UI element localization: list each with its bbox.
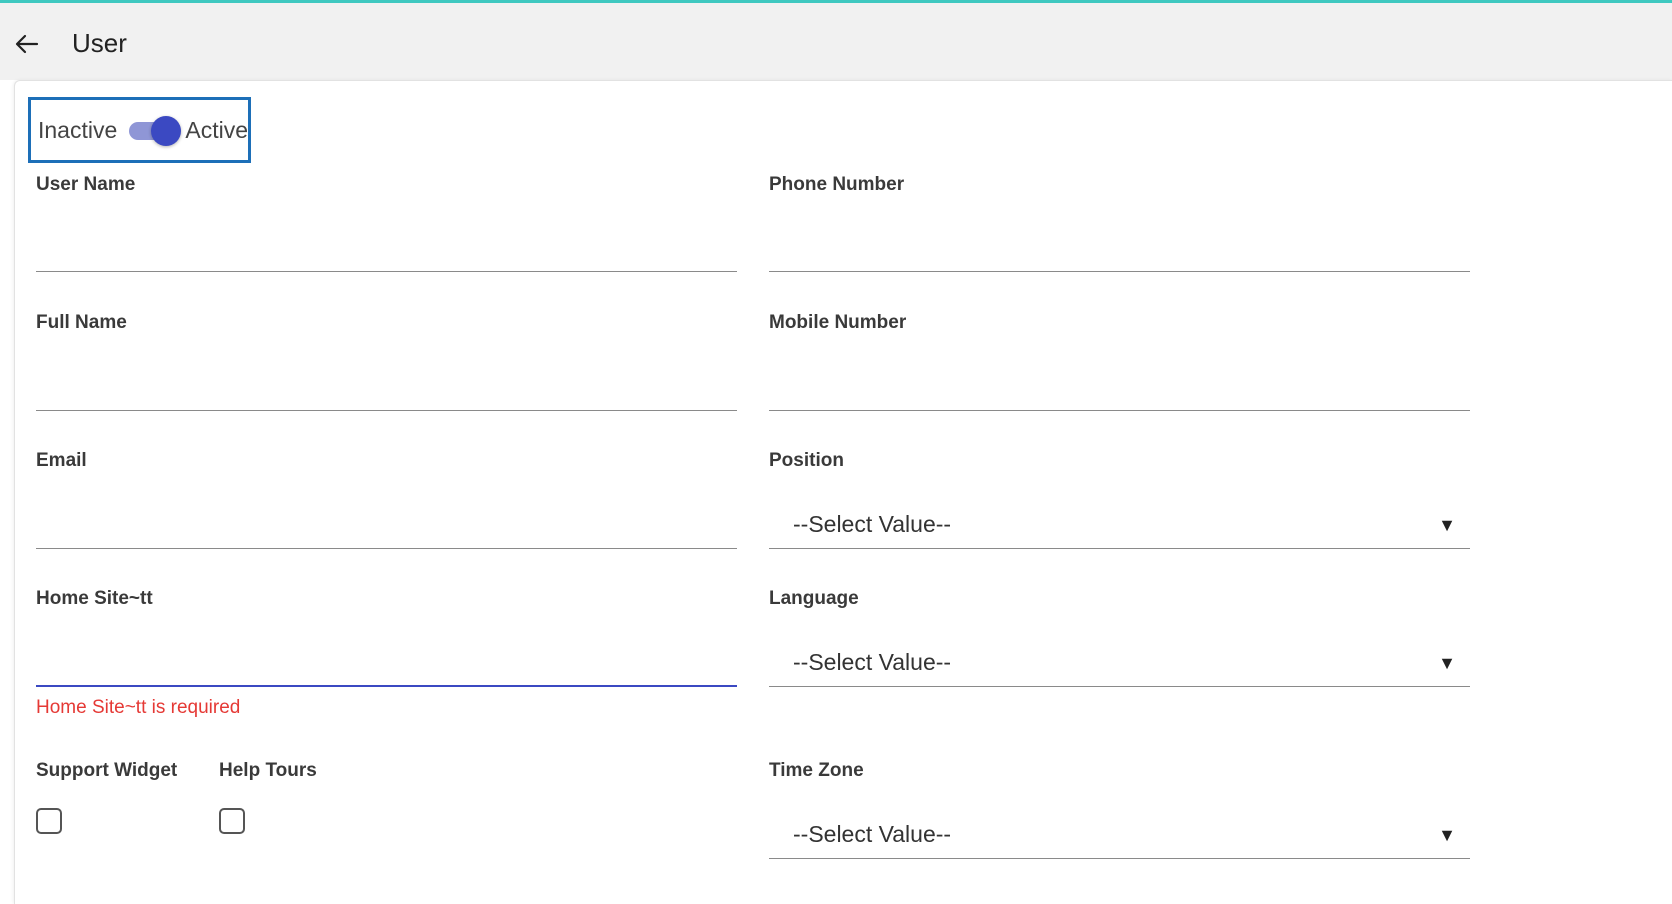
caret-down-icon: ▼ — [1438, 653, 1456, 673]
support-widget-checkbox[interactable] — [36, 808, 62, 834]
full-name-label: Full Name — [36, 312, 127, 333]
phone-number-field[interactable] — [769, 232, 1474, 273]
page-header: User — [0, 3, 1672, 80]
phone-number-label: Phone Number — [769, 174, 905, 195]
support-widget-label: Support Widget — [36, 760, 178, 781]
help-tours-checkbox[interactable] — [219, 808, 245, 834]
home-site-input[interactable] — [36, 647, 741, 687]
home-site-error: Home Site~tt is required — [36, 697, 241, 718]
time-zone-selected-value: --Select Value-- — [793, 821, 952, 847]
email-input[interactable] — [36, 509, 741, 550]
home-site-field[interactable] — [36, 647, 741, 687]
active-toggle[interactable] — [127, 114, 182, 146]
language-selected-value: --Select Value-- — [793, 649, 952, 675]
position-select[interactable]: --Select Value-- ▼ — [769, 501, 1470, 549]
phone-number-input[interactable] — [769, 232, 1474, 273]
user-name-input[interactable] — [36, 232, 741, 273]
language-select[interactable]: --Select Value-- ▼ — [769, 639, 1470, 687]
language-label: Language — [769, 588, 859, 609]
time-zone-label: Time Zone — [769, 760, 864, 781]
toggle-knob — [151, 116, 182, 146]
caret-down-icon: ▼ — [1438, 825, 1456, 845]
time-zone-select[interactable]: --Select Value-- ▼ — [769, 811, 1470, 859]
home-site-label: Home Site~tt — [36, 588, 153, 609]
position-selected-value: --Select Value-- — [793, 511, 952, 537]
email-label: Email — [36, 450, 87, 471]
help-tours-label: Help Tours — [219, 760, 317, 781]
mobile-number-input[interactable] — [769, 371, 1474, 412]
position-label: Position — [769, 450, 844, 471]
status-toggle-group: Inactive Active — [28, 97, 251, 163]
arrow-left-icon — [15, 34, 39, 54]
back-button[interactable] — [12, 29, 42, 59]
caret-down-icon: ▼ — [1438, 515, 1456, 535]
page-title: User — [72, 28, 127, 58]
inactive-label: Inactive — [38, 116, 118, 143]
full-name-field[interactable] — [36, 371, 741, 412]
full-name-input[interactable] — [36, 371, 741, 412]
email-field[interactable] — [36, 509, 741, 550]
user-name-field[interactable] — [36, 232, 741, 273]
user-name-label: User Name — [36, 174, 136, 195]
mobile-number-field[interactable] — [769, 371, 1474, 412]
mobile-number-label: Mobile Number — [769, 312, 907, 333]
active-label: Active — [185, 116, 248, 143]
